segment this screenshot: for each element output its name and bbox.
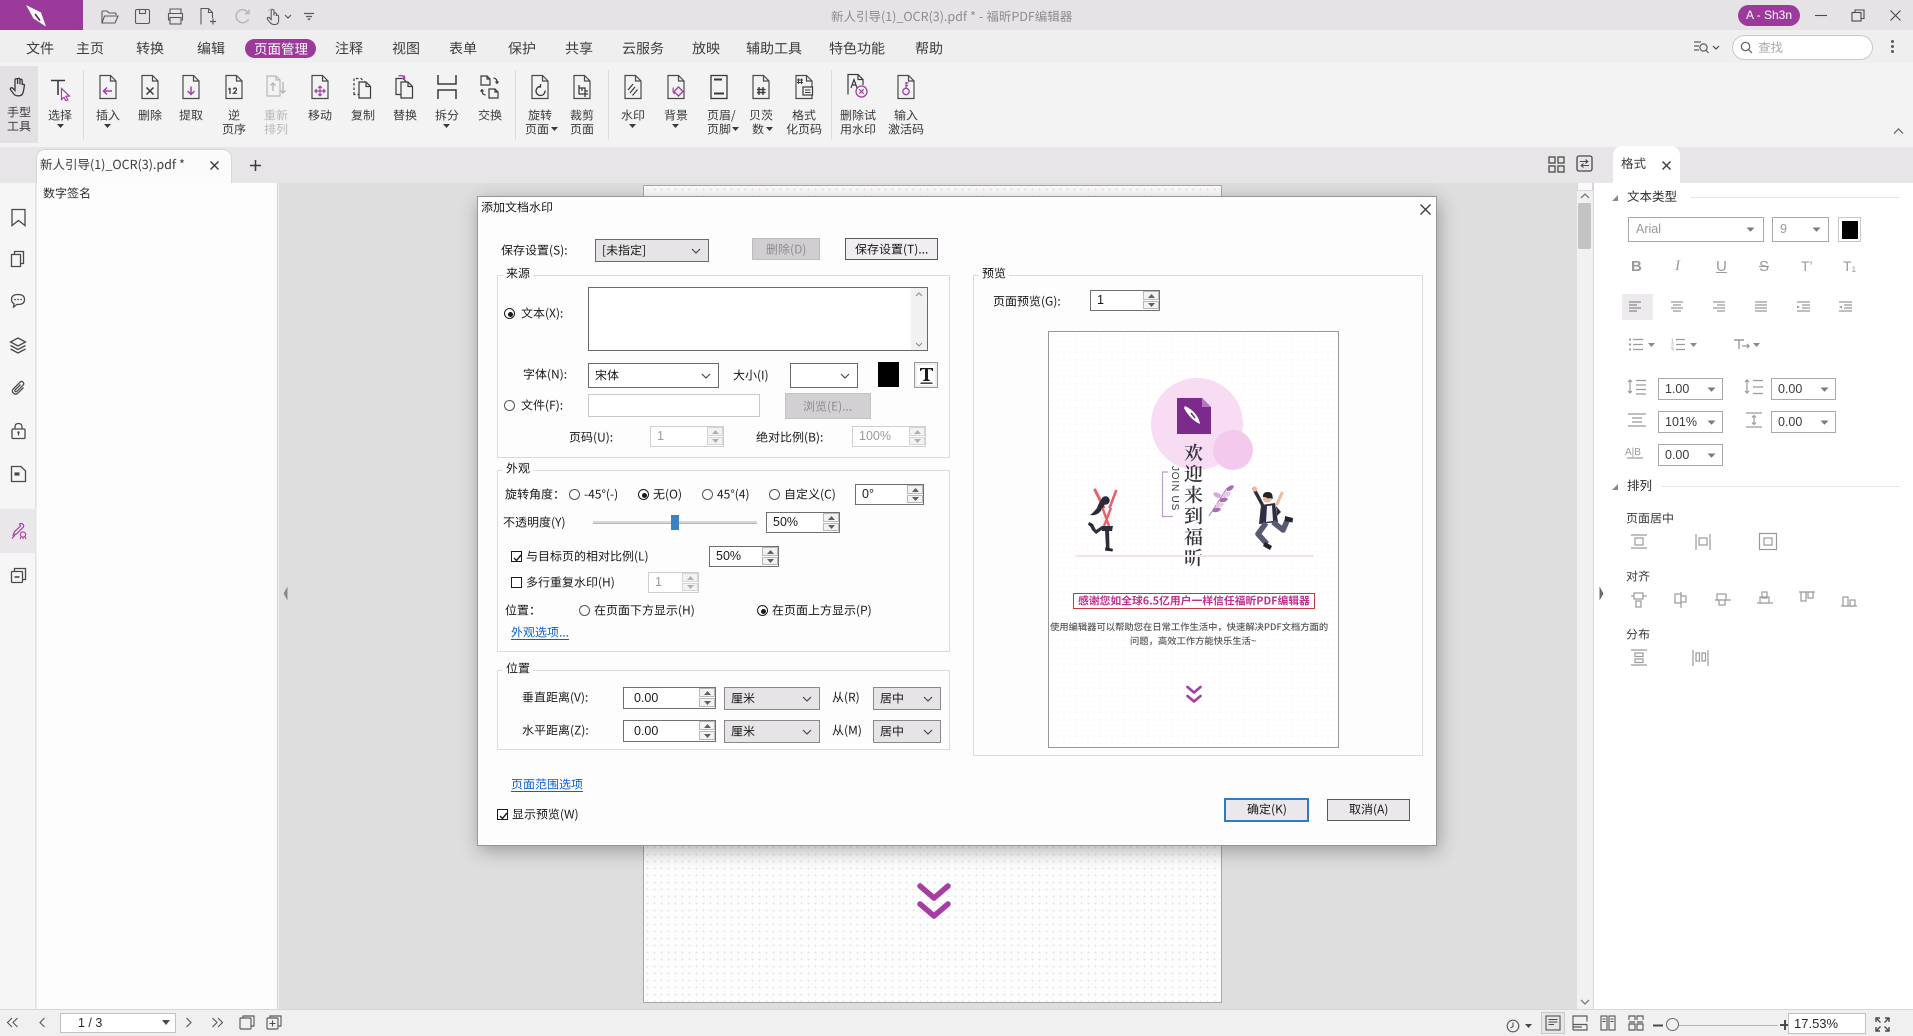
svg-text:A|B: A|B [1625,447,1641,458]
svg-text:3: 3 [1671,348,1674,351]
